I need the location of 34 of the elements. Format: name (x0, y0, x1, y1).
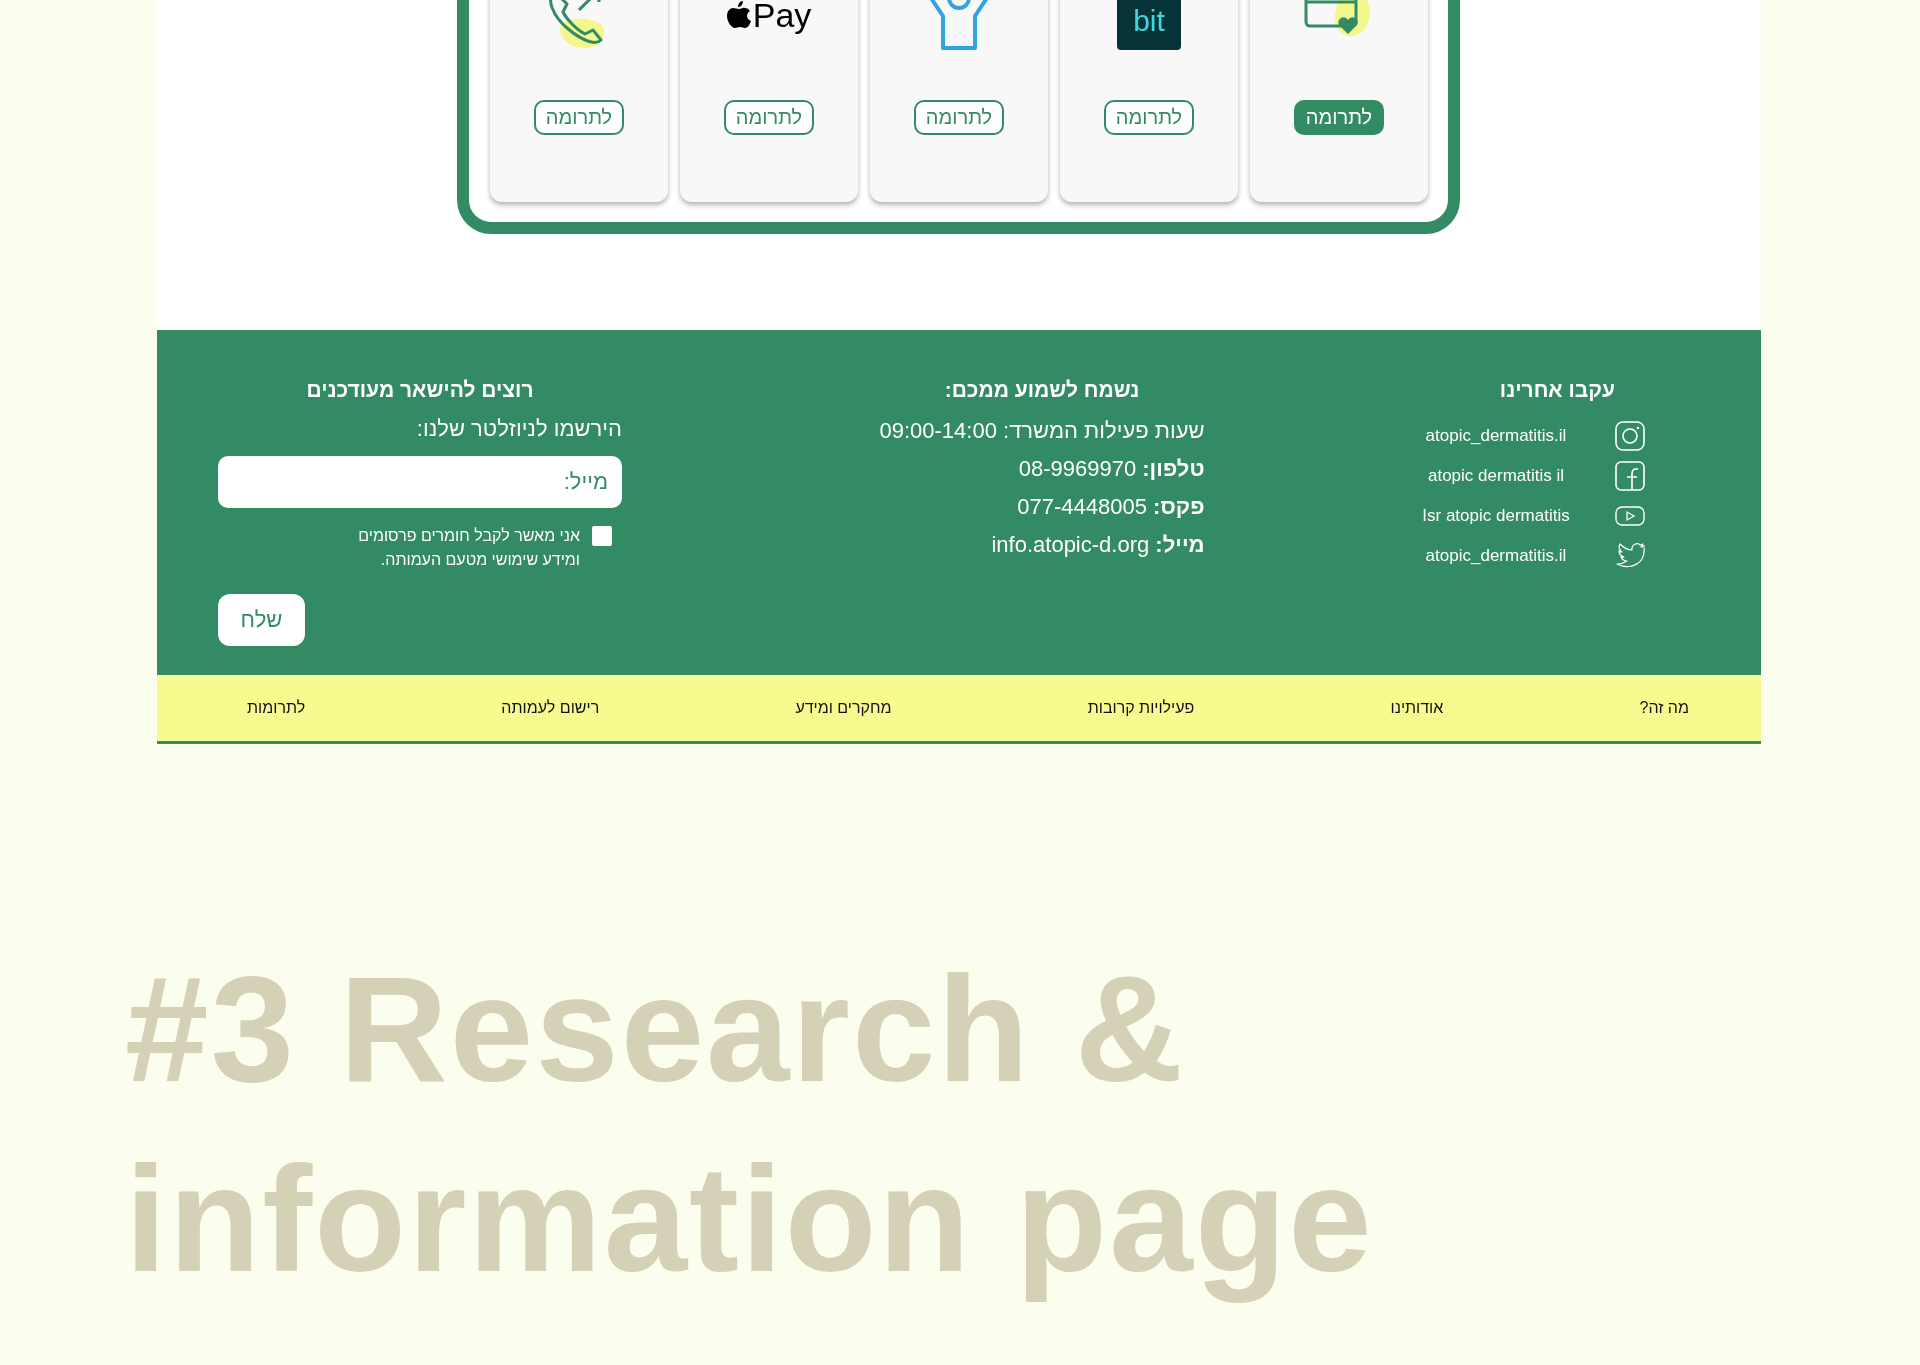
send-button[interactable]: שלח (218, 594, 305, 646)
person-icon (927, 0, 991, 50)
bird-icon (1615, 543, 1645, 569)
social-link[interactable]: Isr atopic dermatitis (1401, 506, 1591, 526)
instagram-icon (1615, 421, 1645, 451)
facebook-icon (1615, 461, 1645, 491)
nav-link[interactable]: רישום לעמותה (501, 699, 600, 717)
faded-heading: #3 Research & (125, 944, 1186, 1115)
bit-logo: bit (1117, 0, 1181, 50)
nav-link[interactable]: אודותינו (1390, 699, 1444, 717)
apple-icon (726, 1, 751, 29)
social-link[interactable]: atopic_dermatitis.il (1401, 426, 1591, 446)
nav-link[interactable]: מה זה? (1639, 699, 1689, 717)
newsletter-heading: רוצים להישאר מעודכנים (305, 378, 535, 402)
donate-button[interactable]: לתרומה (723, 100, 815, 135)
consent-text: אני מאשר לקבל חומרים פרסומים ומידע שימושי מטעם העמותה. (357, 526, 580, 570)
email-field[interactable]: מייל: (218, 456, 622, 508)
contact-line: שעות פעילות המשרד: 09:00-14:00 (879, 417, 1205, 445)
social-link[interactable]: atopic_dermatitis.il (1401, 546, 1591, 566)
pay-logo: Pay (752, 0, 812, 35)
donate-button[interactable]: לתרומה (1293, 100, 1385, 135)
newsletter-subtitle: הירשמו לניוזלטר שלנו: (415, 416, 622, 442)
faded-heading: information page (125, 1134, 1375, 1305)
consent-checkbox[interactable] (592, 526, 612, 546)
follow-heading: עקבו אחרינו (1498, 378, 1616, 402)
nav-link[interactable]: מחקרים ומידע (795, 699, 892, 717)
nav-link[interactable]: פעילויות קרובות (1087, 699, 1195, 717)
donate-button[interactable]: לתרומה (533, 100, 625, 135)
contact-heading: נשמח לשמוע ממכם: (944, 378, 1140, 402)
donate-button[interactable]: לתרומה (913, 100, 1005, 135)
youtube-icon (1615, 505, 1645, 527)
nav-link[interactable]: לתרומות (247, 699, 306, 717)
social-link[interactable]: atopic dermatitis il (1401, 466, 1591, 486)
donate-button[interactable]: לתרומה (1103, 100, 1195, 135)
